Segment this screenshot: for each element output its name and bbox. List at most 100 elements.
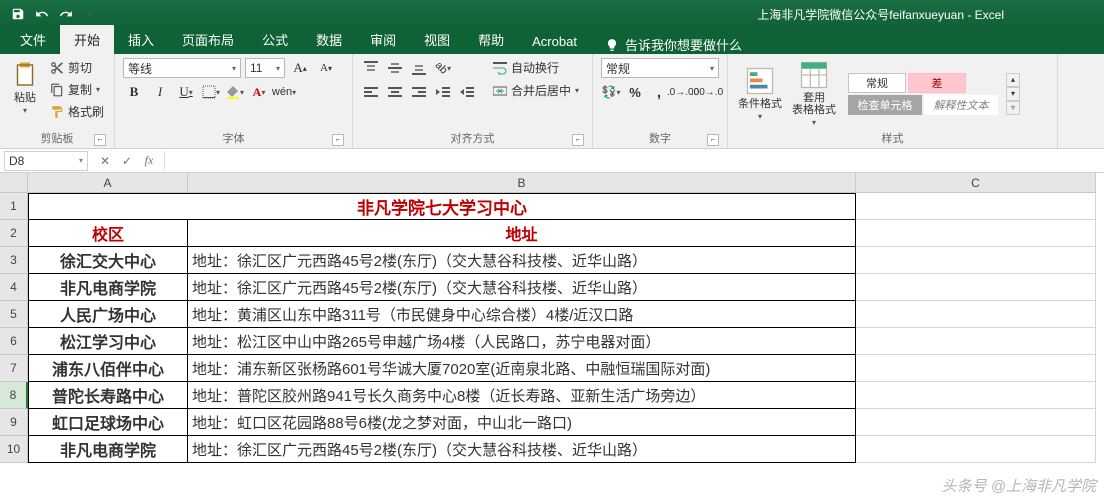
paste-button[interactable]: 粘贴 ▾ <box>8 58 42 117</box>
row-header-4[interactable]: 4 <box>0 274 28 301</box>
header-address-cell[interactable]: 地址 <box>188 220 856 247</box>
campus-cell[interactable]: 普陀长寿路中心 <box>28 382 188 409</box>
enter-formula-button[interactable]: ✓ <box>116 151 138 171</box>
cell-c9[interactable] <box>856 409 1096 436</box>
row-header-6[interactable]: 6 <box>0 328 28 355</box>
dialog-launcher-icon[interactable]: ⌐ <box>572 134 584 146</box>
copy-button[interactable]: 复制▾ <box>48 80 106 99</box>
cell-c10[interactable] <box>856 436 1096 463</box>
currency-button[interactable]: 💱▾ <box>601 82 621 102</box>
formula-input[interactable] <box>164 151 1104 171</box>
italic-button[interactable]: I <box>149 82 171 102</box>
format-as-table-button[interactable]: 套用 表格格式▾ <box>790 58 838 129</box>
font-color-button[interactable]: A▾ <box>249 82 269 102</box>
address-cell[interactable]: 地址：徐汇区广元西路45号2楼(东厅)（交大慧谷科技楼、近华山路） <box>188 247 856 274</box>
conditional-format-button[interactable]: 条件格式▾ <box>736 64 784 123</box>
campus-cell[interactable]: 非凡电商学院 <box>28 436 188 463</box>
row-header-9[interactable]: 9 <box>0 409 28 436</box>
tab-home[interactable]: 开始 <box>60 25 114 54</box>
campus-cell[interactable]: 虹口足球场中心 <box>28 409 188 436</box>
align-bottom-button[interactable] <box>409 58 429 78</box>
format-painter-button[interactable]: 格式刷 <box>48 102 106 121</box>
tab-file[interactable]: 文件 <box>6 25 60 54</box>
dialog-launcher-icon[interactable]: ⌐ <box>707 134 719 146</box>
dialog-launcher-icon[interactable]: ⌐ <box>94 134 106 146</box>
cancel-formula-button[interactable]: ✕ <box>94 151 116 171</box>
percent-button[interactable]: % <box>625 82 645 102</box>
cell-style-explanatory[interactable]: 解释性文本 <box>924 95 998 115</box>
cell-c2[interactable] <box>856 220 1096 247</box>
header-campus-cell[interactable]: 校区 <box>28 220 188 247</box>
orientation-button[interactable]: ab▾ <box>433 58 453 78</box>
row-header-3[interactable]: 3 <box>0 247 28 274</box>
campus-cell[interactable]: 非凡电商学院 <box>28 274 188 301</box>
sheet-title-cell[interactable]: 非凡学院七大学习中心 <box>28 193 856 220</box>
tab-formulas[interactable]: 公式 <box>248 25 302 54</box>
column-header-A[interactable]: A <box>28 173 188 193</box>
address-cell[interactable]: 地址：浦东新区张杨路601号华诚大厦7020室(近南泉北路、中融恒瑞国际对面) <box>188 355 856 382</box>
address-cell[interactable]: 地址：普陀区胶州路941号长久商务中心8楼（近长寿路、亚新生活广场旁边） <box>188 382 856 409</box>
row-header-7[interactable]: 7 <box>0 355 28 382</box>
cell-style-bad[interactable]: 差 <box>908 73 966 93</box>
qat-dropdown-icon[interactable]: ▾ <box>78 3 102 25</box>
column-header-C[interactable]: C <box>856 173 1096 193</box>
decrease-indent-button[interactable] <box>433 82 453 102</box>
address-cell[interactable]: 地址：黄浦区山东中路311号（市民健身中心综合楼）4楼/近汉口路 <box>188 301 856 328</box>
tab-view[interactable]: 视图 <box>410 25 464 54</box>
undo-icon[interactable] <box>30 3 54 25</box>
address-cell[interactable]: 地址：松江区中山中路265号申越广场4楼（人民路口，苏宁电器对面） <box>188 328 856 355</box>
increase-font-button[interactable]: A▴ <box>289 58 311 78</box>
dialog-launcher-icon[interactable]: ⌐ <box>332 134 344 146</box>
cell-c8[interactable] <box>856 382 1096 409</box>
cell-c1[interactable] <box>856 193 1096 220</box>
row-header-1[interactable]: 1 <box>0 193 28 220</box>
increase-indent-button[interactable] <box>457 82 477 102</box>
align-top-button[interactable] <box>361 58 381 78</box>
address-cell[interactable]: 地址：徐汇区广元西路45号2楼(东厅)（交大慧谷科技楼、近华山路） <box>188 436 856 463</box>
align-center-button[interactable] <box>385 82 405 102</box>
bold-button[interactable]: B <box>123 82 145 102</box>
campus-cell[interactable]: 松江学习中心 <box>28 328 188 355</box>
campus-cell[interactable]: 浦东八佰伴中心 <box>28 355 188 382</box>
tab-data[interactable]: 数据 <box>302 25 356 54</box>
tab-layout[interactable]: 页面布局 <box>168 25 248 54</box>
tab-insert[interactable]: 插入 <box>114 25 168 54</box>
column-header-B[interactable]: B <box>188 173 856 193</box>
address-cell[interactable]: 地址：虹口区花园路88号6楼(龙之梦对面，中山北一路口) <box>188 409 856 436</box>
styles-scroll-down[interactable]: ▾ <box>1006 87 1020 101</box>
align-left-button[interactable] <box>361 82 381 102</box>
campus-cell[interactable]: 人民广场中心 <box>28 301 188 328</box>
save-icon[interactable] <box>6 3 30 25</box>
cell-c4[interactable] <box>856 274 1096 301</box>
tab-acrobat[interactable]: Acrobat <box>518 29 591 54</box>
cell-c7[interactable] <box>856 355 1096 382</box>
number-format-combo[interactable]: 常规▾ <box>601 58 719 78</box>
address-cell[interactable]: 地址：徐汇区广元西路45号2楼(东厅)（交大慧谷科技楼、近华山路） <box>188 274 856 301</box>
align-right-button[interactable] <box>409 82 429 102</box>
tell-me[interactable]: 告诉我你想要做什么 <box>591 35 742 54</box>
styles-more[interactable]: ▿ <box>1006 101 1020 115</box>
cell-style-normal[interactable]: 常规 <box>848 73 906 93</box>
select-all-corner[interactable] <box>0 173 28 193</box>
font-size-combo[interactable]: 11▾ <box>245 58 285 78</box>
tab-help[interactable]: 帮助 <box>464 25 518 54</box>
campus-cell[interactable]: 徐汇交大中心 <box>28 247 188 274</box>
row-header-5[interactable]: 5 <box>0 301 28 328</box>
merge-center-button[interactable]: 合并后居中▾ <box>491 81 581 100</box>
align-middle-button[interactable] <box>385 58 405 78</box>
cell-style-check[interactable]: 检查单元格 <box>848 95 922 115</box>
cell-c3[interactable] <box>856 247 1096 274</box>
cut-button[interactable]: 剪切 <box>48 58 106 77</box>
wrap-text-button[interactable]: 自动换行 <box>491 58 581 77</box>
redo-icon[interactable] <box>54 3 78 25</box>
phonetic-button[interactable]: wén▾ <box>273 82 295 102</box>
borders-button[interactable]: ▾ <box>201 82 221 102</box>
name-box[interactable]: D8▾ <box>4 151 88 171</box>
underline-button[interactable]: U▾ <box>175 82 197 102</box>
font-name-combo[interactable]: 等线▾ <box>123 58 241 78</box>
row-header-10[interactable]: 10 <box>0 436 28 463</box>
tab-review[interactable]: 审阅 <box>356 25 410 54</box>
decrease-font-button[interactable]: A▾ <box>315 58 337 78</box>
fill-color-button[interactable]: ▾ <box>225 82 245 102</box>
styles-scroll-up[interactable]: ▴ <box>1006 73 1020 87</box>
